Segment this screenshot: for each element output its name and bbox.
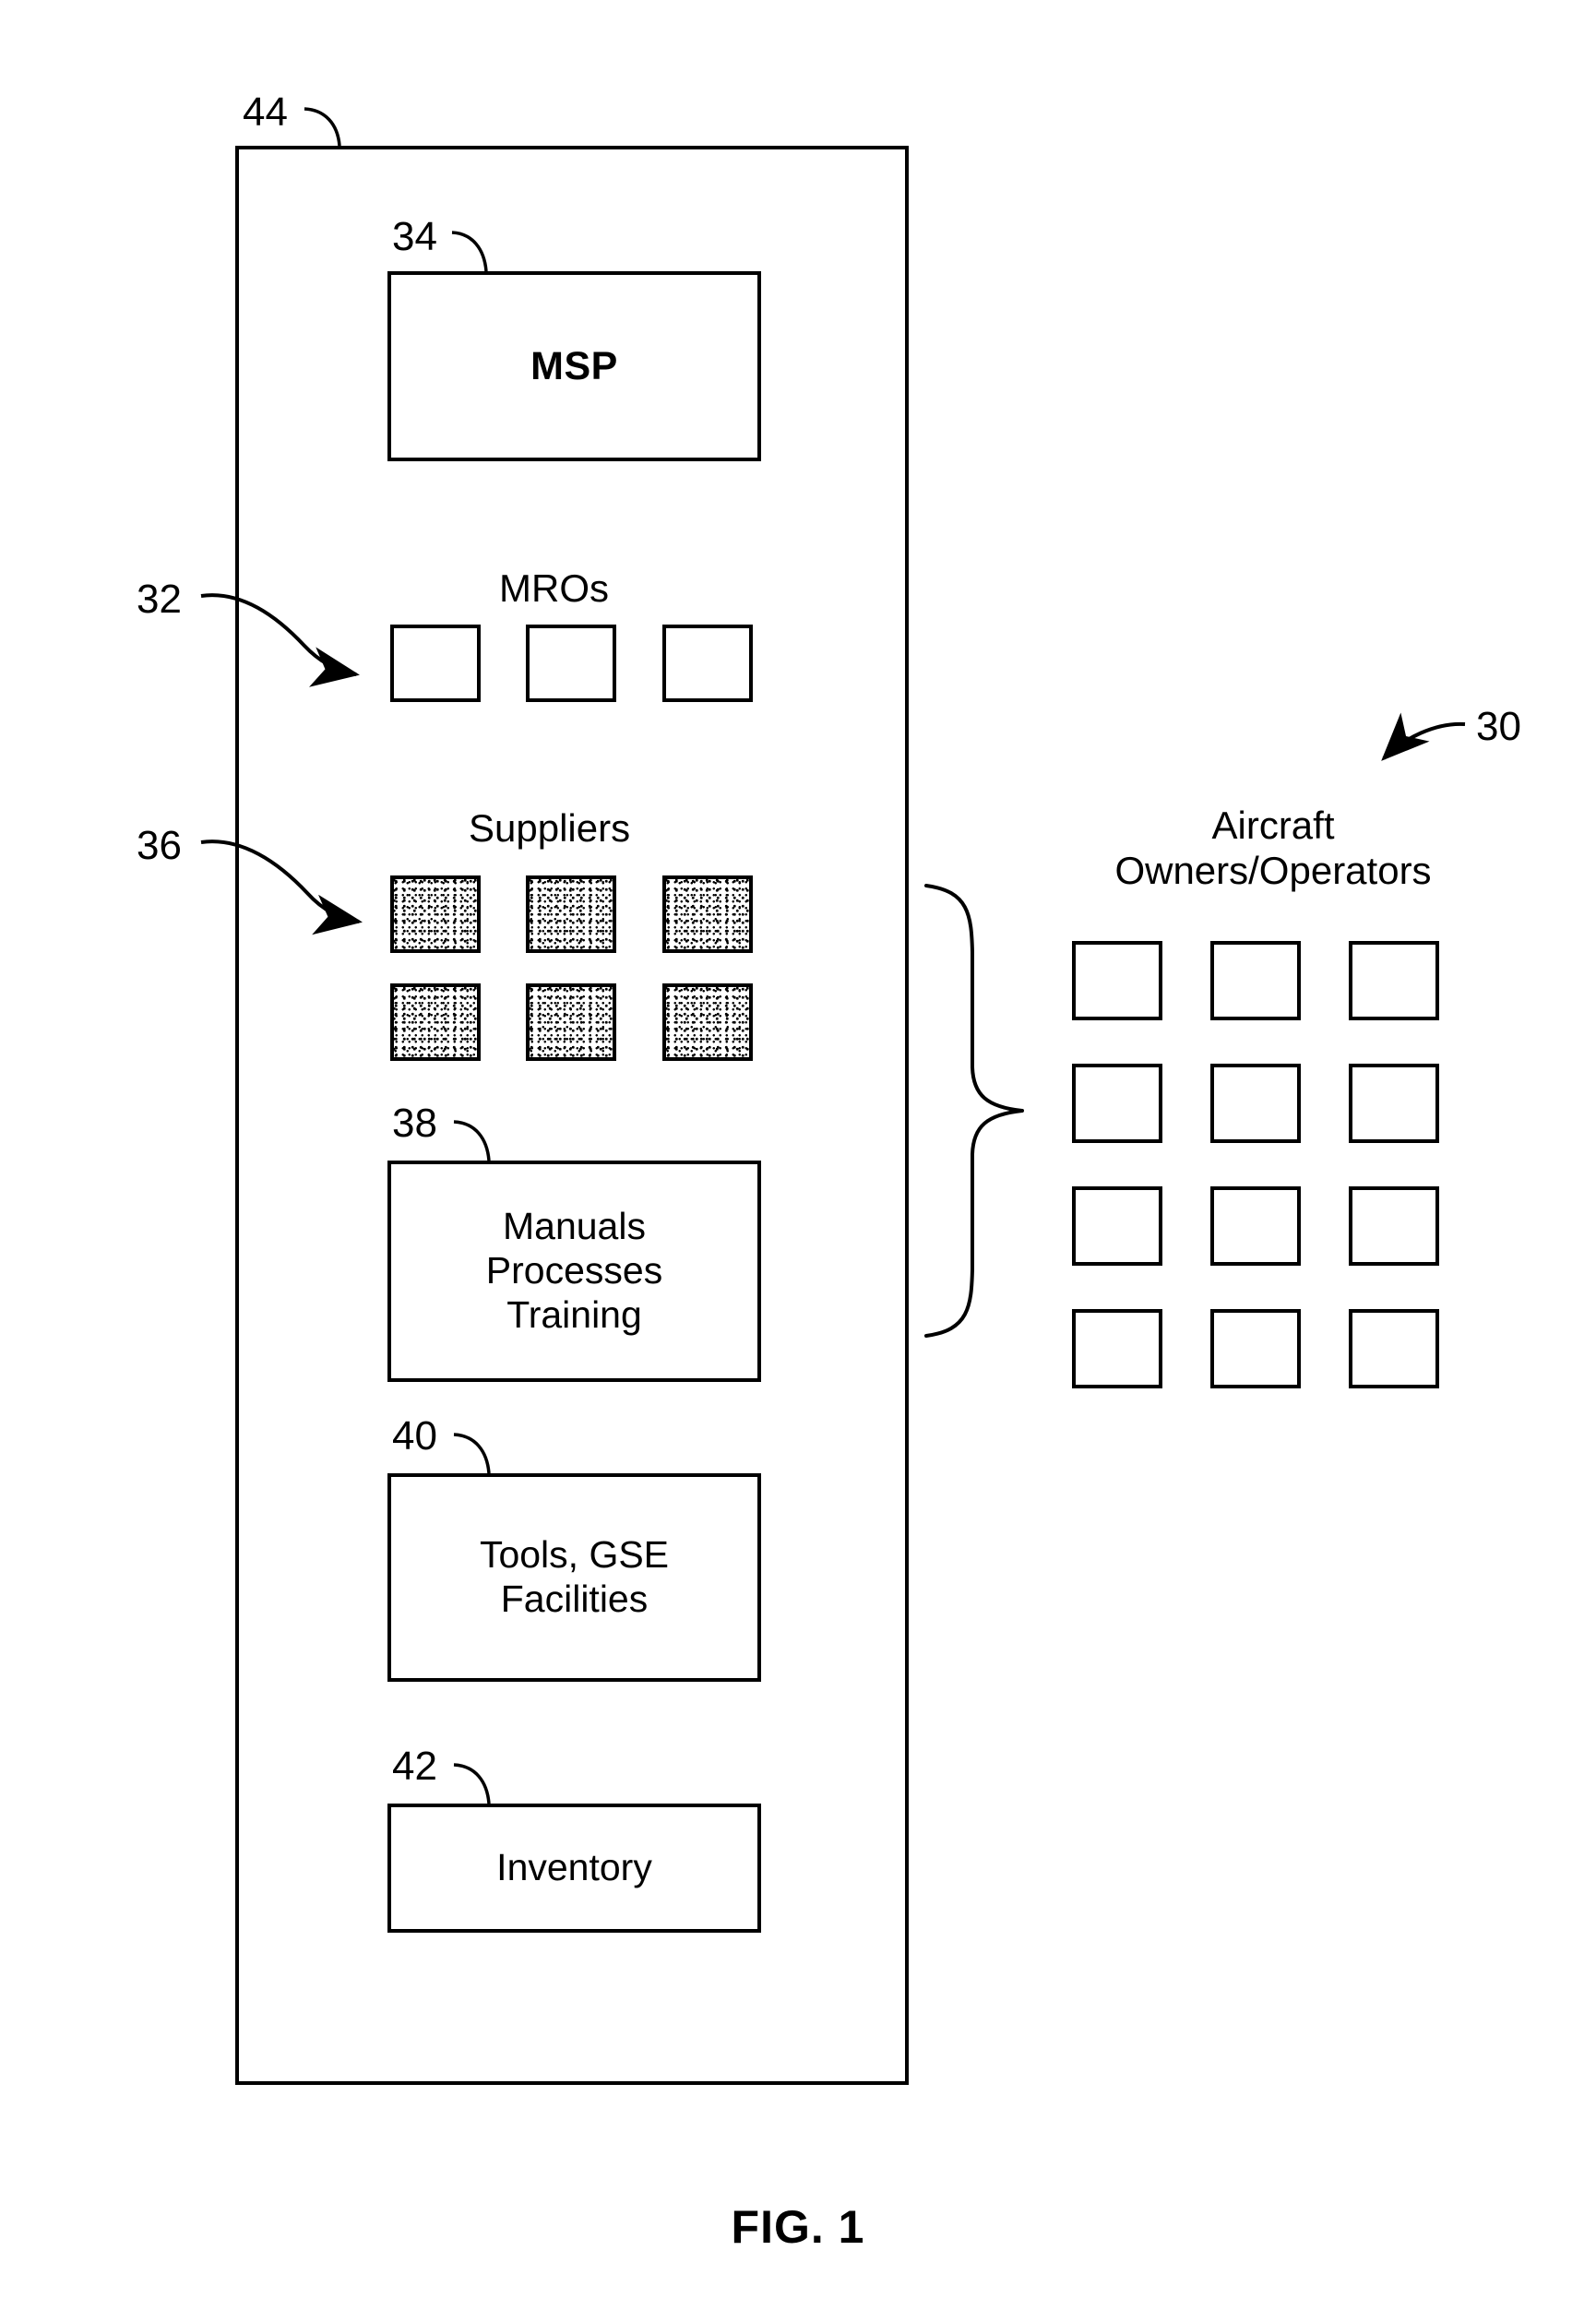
leader-line-44 xyxy=(304,107,341,147)
aircraft-owner-square[interactable] xyxy=(1210,941,1301,1020)
reference-numeral-38: 38 xyxy=(392,1101,437,1146)
manuals-box-label: Manuals Processes Training xyxy=(485,1205,663,1336)
aircraft-owner-square[interactable] xyxy=(1210,1186,1301,1266)
mro-square[interactable] xyxy=(390,625,481,702)
aircraft-owner-square[interactable] xyxy=(1349,1309,1439,1388)
reference-numeral-30: 30 xyxy=(1476,704,1521,749)
aircraft-owner-square[interactable] xyxy=(1349,941,1439,1020)
grouping-brace xyxy=(924,884,1024,1338)
inventory-box[interactable]: Inventory xyxy=(387,1804,761,1933)
mros-heading: MROs xyxy=(499,566,609,610)
tools-gse-facilities-box[interactable]: Tools, GSE Facilities xyxy=(387,1473,761,1682)
manuals-processes-training-box[interactable]: Manuals Processes Training xyxy=(387,1161,761,1382)
msp-box-label: MSP xyxy=(530,343,618,388)
reference-numeral-42: 42 xyxy=(392,1744,437,1789)
supplier-square[interactable] xyxy=(662,983,753,1061)
inventory-box-label: Inventory xyxy=(496,1846,652,1889)
aircraft-owner-square[interactable] xyxy=(1210,1309,1301,1388)
aircraft-owners-operators-heading: Aircraft Owners/Operators xyxy=(1114,804,1432,893)
reference-numeral-34: 34 xyxy=(392,214,437,259)
reference-numeral-40: 40 xyxy=(392,1413,437,1459)
supplier-square[interactable] xyxy=(390,875,481,953)
aircraft-owner-square[interactable] xyxy=(1072,941,1162,1020)
suppliers-heading: Suppliers xyxy=(469,806,631,850)
supplier-square[interactable] xyxy=(662,875,753,953)
aircraft-owner-square[interactable] xyxy=(1072,1186,1162,1266)
supplier-square[interactable] xyxy=(526,983,616,1061)
leader-arrow-30 xyxy=(1381,712,1466,761)
patent-figure: MSP MROs Suppliers Manuals Processes Tra… xyxy=(0,0,1596,2322)
aircraft-owner-square[interactable] xyxy=(1072,1064,1162,1143)
msp-box[interactable]: MSP xyxy=(387,271,761,461)
supplier-square[interactable] xyxy=(390,983,481,1061)
aircraft-owner-square[interactable] xyxy=(1349,1064,1439,1143)
reference-numeral-36: 36 xyxy=(137,823,182,868)
tools-box-label: Tools, GSE Facilities xyxy=(479,1533,670,1620)
aircraft-owner-square[interactable] xyxy=(1210,1064,1301,1143)
aircraft-owners-grid xyxy=(1072,941,1439,1388)
mro-square[interactable] xyxy=(526,625,616,702)
aircraft-owner-square[interactable] xyxy=(1072,1309,1162,1388)
reference-numeral-32: 32 xyxy=(137,577,182,622)
figure-caption: FIG. 1 xyxy=(731,2201,865,2253)
aircraft-owner-square[interactable] xyxy=(1349,1186,1439,1266)
reference-numeral-44: 44 xyxy=(243,89,288,135)
mro-square[interactable] xyxy=(662,625,753,702)
supplier-square[interactable] xyxy=(526,875,616,953)
